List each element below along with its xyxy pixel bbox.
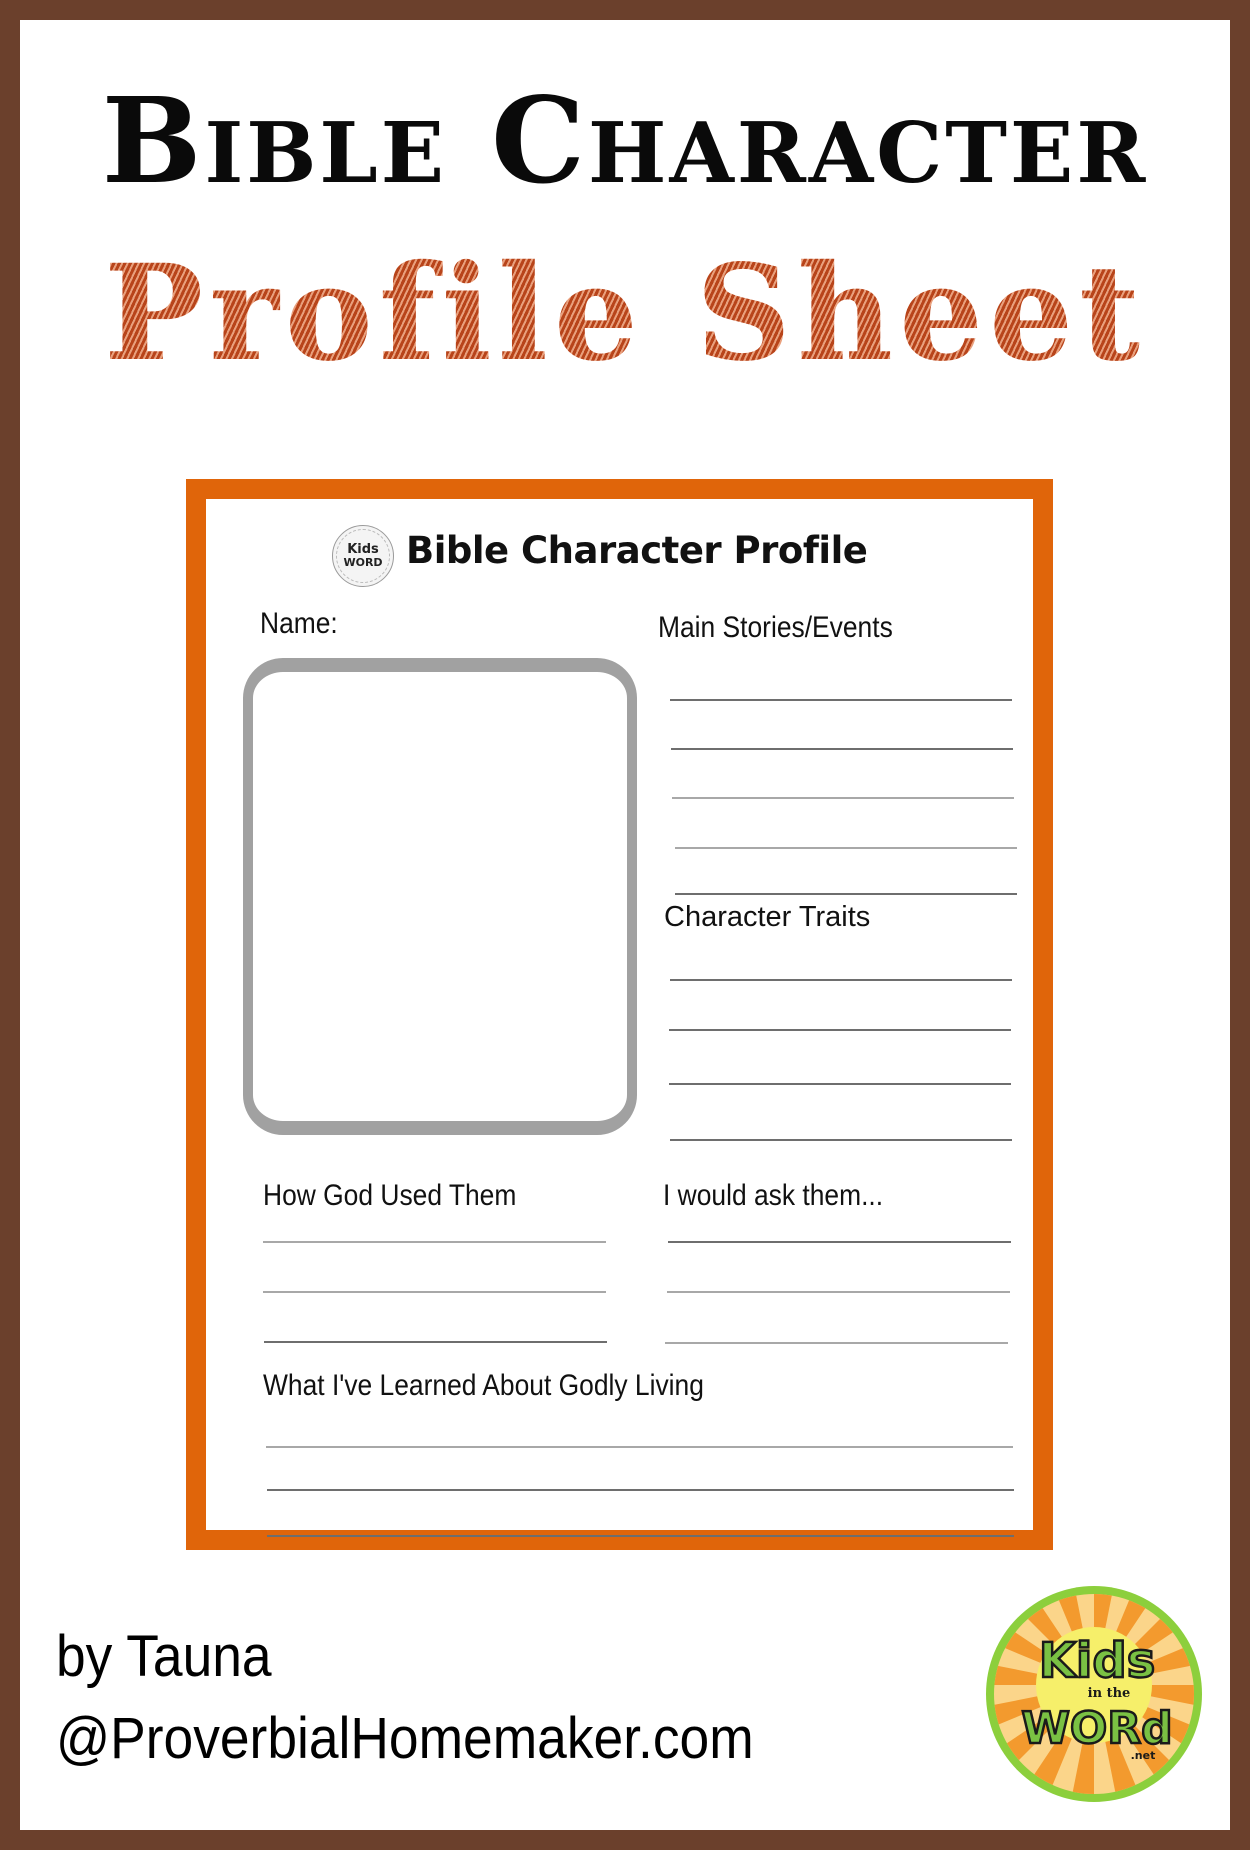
logo-text-top: Kids [347,542,379,557]
would-ask-line[interactable] [668,1241,1011,1243]
how-god-used-line[interactable] [263,1241,606,1243]
page-subtitle: Profile Sheet [20,248,1230,380]
character-drawing-box[interactable] [243,658,637,1135]
worksheet-title: Bible Character Profile [406,529,868,572]
page: Bible Character Profile Sheet Kids WORD … [20,20,1230,1830]
website-link[interactable]: @ProverbialHomemaker.com [56,1710,754,1768]
godly-living-line[interactable] [267,1489,1014,1491]
main-stories-line[interactable] [671,748,1013,750]
godly-living-line[interactable] [266,1446,1013,1448]
how-god-used-line[interactable] [264,1341,607,1343]
how-god-used-label: How God Used Them [263,1179,517,1212]
godly-living-line[interactable] [267,1535,1014,1537]
logo-line-3: WORd [1021,1703,1172,1754]
would-ask-label: I would ask them... [663,1179,884,1212]
how-god-used-line[interactable] [263,1291,606,1293]
would-ask-line[interactable] [665,1342,1008,1344]
character-traits-line[interactable] [670,1139,1012,1141]
page-title: Bible Character [101,71,1149,210]
main-stories-label: Main Stories/Events [658,611,893,644]
logo-graphic: Kids in the WORd .net [986,1586,1202,1802]
main-stories-line[interactable] [675,847,1017,849]
godly-living-label: What I've Learned About Godly Living [263,1369,704,1402]
author-byline: by Tauna [56,1624,272,1689]
character-traits-line[interactable] [669,1029,1011,1031]
kids-in-the-word-logo-icon: Kids WORD [332,525,394,587]
main-stories-line[interactable] [675,893,1017,895]
character-traits-line[interactable] [669,1083,1011,1085]
logo-suffix: .net [1131,1749,1156,1762]
worksheet-card: Kids WORD Bible Character Profile Name: … [186,479,1053,1550]
logo-line-1: Kids [1039,1633,1156,1689]
main-stories-line[interactable] [672,797,1014,799]
name-label: Name: [260,607,338,640]
kids-in-the-word-logo-icon[interactable]: Kids in the WORd .net [985,1585,1203,1803]
logo-line-2: in the [1088,1686,1131,1701]
main-stories-line[interactable] [670,699,1012,701]
logo-text-bottom: WORD [343,556,383,569]
character-traits-label: Character Traits [664,901,871,933]
character-traits-line[interactable] [670,979,1012,981]
would-ask-line[interactable] [667,1291,1010,1293]
